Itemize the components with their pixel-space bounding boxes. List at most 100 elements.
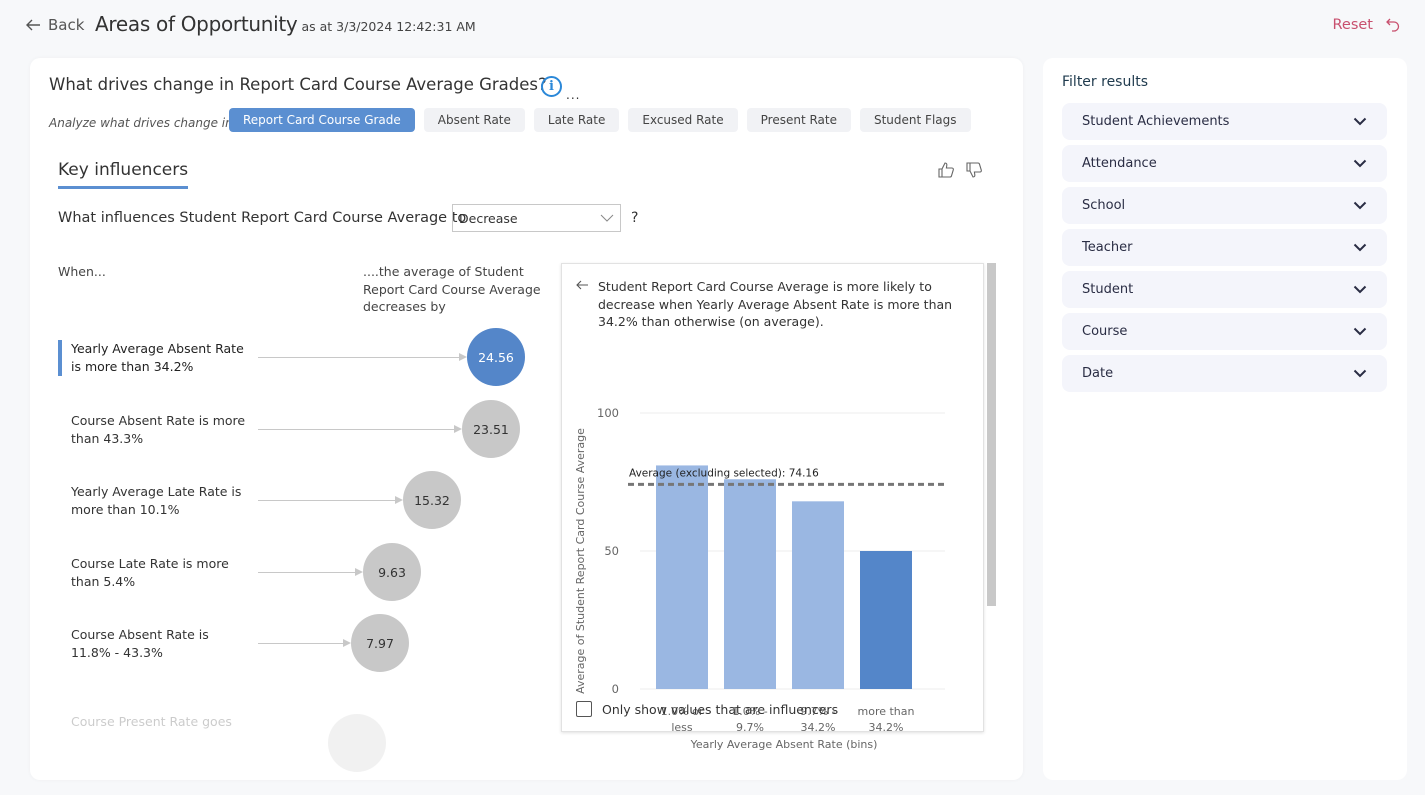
chevron-down-icon [1353,243,1367,252]
filter-label: Attendance [1082,156,1157,171]
info-icon[interactable]: i [541,76,562,97]
filter-label: Course [1082,324,1128,339]
main-card: What drives change in Report Card Course… [30,58,1023,780]
influence-bubble[interactable]: 23.51 [462,400,520,458]
y-tick-label: 0 [612,682,619,696]
chevron-down-icon [1353,159,1367,168]
filter-panel: Filter results Student Achievements Atten… [1043,58,1407,780]
influencer-row[interactable]: Course Absent Rate is 11.8% - 43.3% 7.97 [58,614,538,690]
filter-course[interactable]: Course [1062,313,1387,350]
influencer-scrollbar[interactable] [987,263,996,606]
influencer-row[interactable]: Course Present Rate goes [58,697,538,772]
filter-label: Student Achievements [1082,114,1230,129]
only-influencers-checkbox[interactable]: Only show values that are influencers [576,701,838,717]
pill-late-rate[interactable]: Late Rate [533,108,620,132]
influencer-label: Course Late Rate is more than 5.4% [71,556,229,589]
influence-question: What influences Student Report Card Cour… [58,210,467,226]
arrow-head-icon [343,639,351,647]
filter-title: Filter results [1062,74,1149,90]
filter-list: Student Achievements Attendance School Teac… [1062,103,1387,397]
direction-dropdown[interactable]: Decrease [452,204,621,232]
y-tick-label: 100 [597,406,619,420]
filter-date[interactable]: Date [1062,355,1387,392]
influence-bubble[interactable]: 7.97 [351,614,409,672]
arrow-head-icon [454,425,462,433]
y-axis-label: Average of Student Report Card Course Av… [574,428,587,694]
filter-label: Teacher [1082,240,1133,255]
influencer-arrow-line [258,500,395,501]
x-axis-label: Yearly Average Absent Rate (bins) [690,738,878,751]
pill-report-card-course-grade[interactable]: Report Card Course Grade [229,108,415,132]
tab-key-influencers[interactable]: Key influencers [58,160,189,189]
pill-present-rate[interactable]: Present Rate [746,108,851,132]
bar-3[interactable] [860,551,912,689]
x-tick-label: 34.2% [869,721,904,734]
influencer-row[interactable]: Yearly Average Absent Rate is more than … [58,328,538,404]
reset-button[interactable]: Reset [1332,17,1401,33]
x-tick-label: less [671,721,693,734]
absent-rate-bar-chart: 0 50 100 Average of Student Report Card Cou… [574,406,945,751]
pill-excused-rate[interactable]: Excused Rate [628,108,738,132]
filter-student[interactable]: Student [1062,271,1387,308]
x-tick-label: 34.2% [801,721,836,734]
influencer-label: Course Present Rate goes [71,714,232,729]
influencer-row[interactable]: Course Absent Rate is more than 43.3% 23.… [58,400,538,476]
thumbs-up-icon[interactable] [937,161,955,179]
checkbox-box[interactable] [576,701,592,717]
arrow-left-icon [26,19,40,31]
influencer-arrow-line [258,572,355,573]
influencer-label: Course Absent Rate is more than 43.3% [71,413,246,446]
page-title: Areas of Opportunity as at 3/3/2024 12:42… [95,12,476,36]
bar-2[interactable] [792,501,844,689]
reference-line-label: Average (excluding selected): 74.16 [629,467,819,479]
filter-label: Student [1082,282,1134,297]
influencer-arrow-line [258,643,343,644]
filter-attendance[interactable]: Attendance [1062,145,1387,182]
top-bar: Back Areas of Opportunity as at 3/3/2024 … [0,0,1425,55]
influencer-detail-panel: Student Report Card Course Average is mo… [561,263,984,751]
influence-bubble[interactable]: 9.63 [363,543,421,601]
influencer-row[interactable]: Course Late Rate is more than 5.4% 9.63 [58,543,538,619]
question-title: What drives change in Report Card Course… [49,75,547,94]
page-title-text: Areas of Opportunity [95,12,298,36]
x-tick-label: 9.7% [736,721,764,734]
as-at-timestamp: as at 3/3/2024 12:42:31 AM [301,19,476,34]
back-button[interactable]: Back [24,16,84,34]
selected-indicator [58,340,62,376]
chevron-down-icon [1353,201,1367,210]
back-label: Back [48,16,85,34]
influencer-label: Yearly Average Late Rate is more than 10… [71,484,242,517]
filter-student-achievements[interactable]: Student Achievements [1062,103,1387,140]
chevron-down-icon [1353,327,1367,336]
filter-teacher[interactable]: Teacher [1062,229,1387,266]
filter-school[interactable]: School [1062,187,1387,224]
influencer-label: Yearly Average Absent Rate is more than … [71,341,244,374]
chevron-down-icon [1353,117,1367,126]
influence-bubble[interactable]: 24.56 [467,328,525,386]
decrease-column-label: ....the average of Student Report Card C… [363,264,541,314]
pill-absent-rate[interactable]: Absent Rate [423,108,525,132]
chevron-down-icon [1353,369,1367,378]
analyze-pill-group: Report Card Course Grade Absent Rate Lat… [229,108,980,132]
influencer-label: Course Absent Rate is 11.8% - 43.3% [71,627,209,660]
influence-bubble[interactable] [328,714,386,772]
bar-1[interactable] [724,479,776,689]
arrow-left-icon[interactable] [575,279,589,291]
x-tick-label: more than [858,705,915,718]
influencer-explanation: Student Report Card Course Average is mo… [598,279,953,329]
influencer-row[interactable]: Yearly Average Late Rate is more than 10… [58,471,538,547]
chevron-down-icon [600,214,614,222]
thumbs-down-icon[interactable] [965,161,983,179]
when-column-label: When... [58,264,106,279]
more-options-icon[interactable]: ... [566,88,580,102]
only-influencers-label: Only show values that are influencers [602,701,839,717]
reset-label: Reset [1332,17,1373,33]
undo-icon [1386,18,1400,32]
y-tick-label: 50 [604,544,619,558]
influence-bubble[interactable]: 15.32 [403,471,461,529]
pill-student-flags[interactable]: Student Flags [859,108,971,132]
filter-label: Date [1082,366,1114,381]
filter-label: School [1082,198,1126,213]
chevron-down-icon [1353,285,1367,294]
bar-0[interactable] [656,465,708,689]
